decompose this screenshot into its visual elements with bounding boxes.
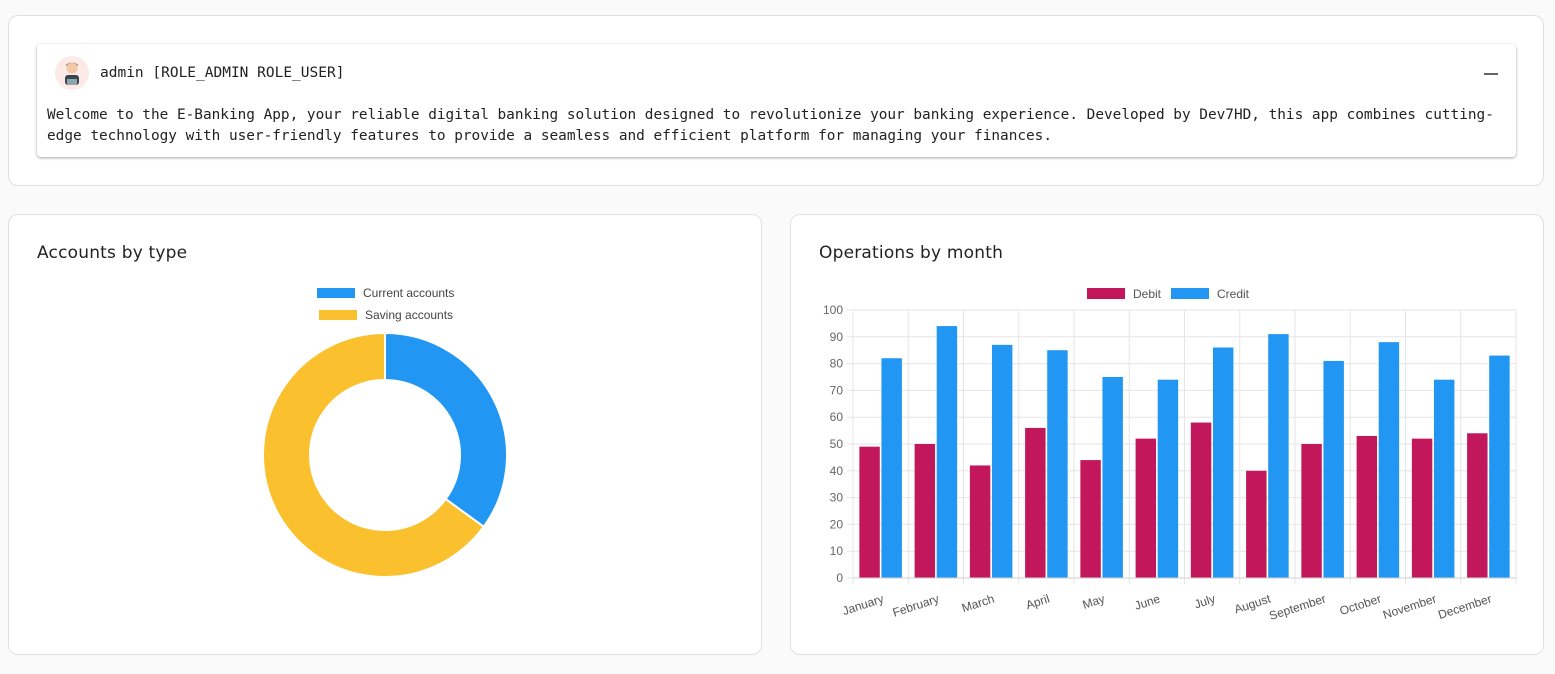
y-tick-label: 30 [830, 491, 844, 505]
y-tick-label: 70 [830, 383, 844, 397]
legend-label: Current accounts [363, 286, 454, 300]
profile-card: admin [ROLE_ADMIN ROLE_USER] Welcome to … [8, 15, 1544, 186]
accounts-by-type-card: Accounts by type Current accounts Saving … [8, 214, 762, 655]
bar-credit [1102, 377, 1123, 578]
y-tick-label: 100 [823, 303, 843, 317]
x-tick-label: May [1081, 592, 1107, 612]
bar-debit [1467, 433, 1488, 578]
x-tick-label: August [1232, 591, 1272, 616]
y-tick-label: 0 [836, 571, 843, 585]
y-tick-label: 60 [830, 410, 844, 424]
bar-debit [859, 446, 880, 578]
bar-credit [1212, 347, 1234, 578]
x-tick-label: July [1192, 592, 1217, 612]
bar-credit [1433, 379, 1455, 578]
bar-credit [1157, 379, 1179, 578]
legend-label: Credit [1217, 287, 1250, 301]
y-tick-label: 90 [830, 330, 844, 344]
bar-credit [1489, 355, 1510, 578]
accounts-doughnut-chart: Current accounts Saving accounts [262, 286, 508, 578]
doughnut-slice [384, 331, 508, 529]
bar-debit [1246, 470, 1267, 578]
bar-debit [1301, 444, 1322, 578]
bar-debit [1190, 422, 1212, 578]
bar-debit [969, 465, 991, 578]
avatar [55, 56, 89, 90]
x-tick-label: April [1024, 592, 1051, 613]
user-roles-label: admin [ROLE_ADMIN ROLE_USER] [100, 65, 345, 81]
bar-debit [1025, 427, 1046, 578]
legend-swatch [319, 310, 357, 320]
operations-bar-chart: Debit Credit 0 10 20 30 40 50 60 70 80 90 100 January… [823, 287, 1517, 623]
bar-credit [1378, 342, 1400, 578]
bar-credit [881, 358, 902, 578]
operations-by-month-card: Operations by month Debit Credit 0 10 20 30 40… [790, 214, 1544, 655]
profile-panel: admin [ROLE_ADMIN ROLE_USER] Welcome to … [37, 44, 1516, 157]
legend-label: Debit [1133, 287, 1162, 301]
y-tick-label: 10 [830, 544, 844, 558]
x-tick-label: December [1436, 592, 1493, 622]
collapse-button[interactable] [1480, 63, 1502, 85]
x-tick-label: June [1133, 591, 1162, 612]
bar-credit [1268, 334, 1289, 578]
bar-credit [1323, 360, 1344, 578]
welcome-text: Welcome to the E-Banking App, your relia… [47, 107, 1494, 144]
x-tick-label: February [891, 592, 941, 620]
x-tick-label: January [841, 592, 886, 619]
bar-credit [1047, 350, 1068, 578]
legend-swatch [317, 288, 355, 298]
bar-debit [1135, 438, 1157, 578]
x-tick-label: November [1381, 592, 1438, 622]
legend-swatch [1087, 288, 1125, 299]
legend-swatch [1171, 288, 1209, 299]
x-tick-label: September [1267, 592, 1327, 623]
bar-debit [1080, 460, 1101, 578]
x-tick-label: October [1338, 592, 1383, 619]
y-tick-label: 50 [830, 437, 844, 451]
bar-debit [1356, 435, 1378, 578]
bar-debit [914, 444, 936, 578]
legend-label: Saving accounts [365, 308, 453, 322]
y-tick-label: 40 [830, 464, 844, 478]
y-tick-label: 20 [830, 517, 844, 531]
bar-credit [936, 326, 958, 578]
bar-credit [991, 344, 1013, 578]
bar-debit [1411, 438, 1433, 578]
y-tick-label: 80 [830, 357, 844, 371]
x-tick-label: March [960, 592, 996, 616]
